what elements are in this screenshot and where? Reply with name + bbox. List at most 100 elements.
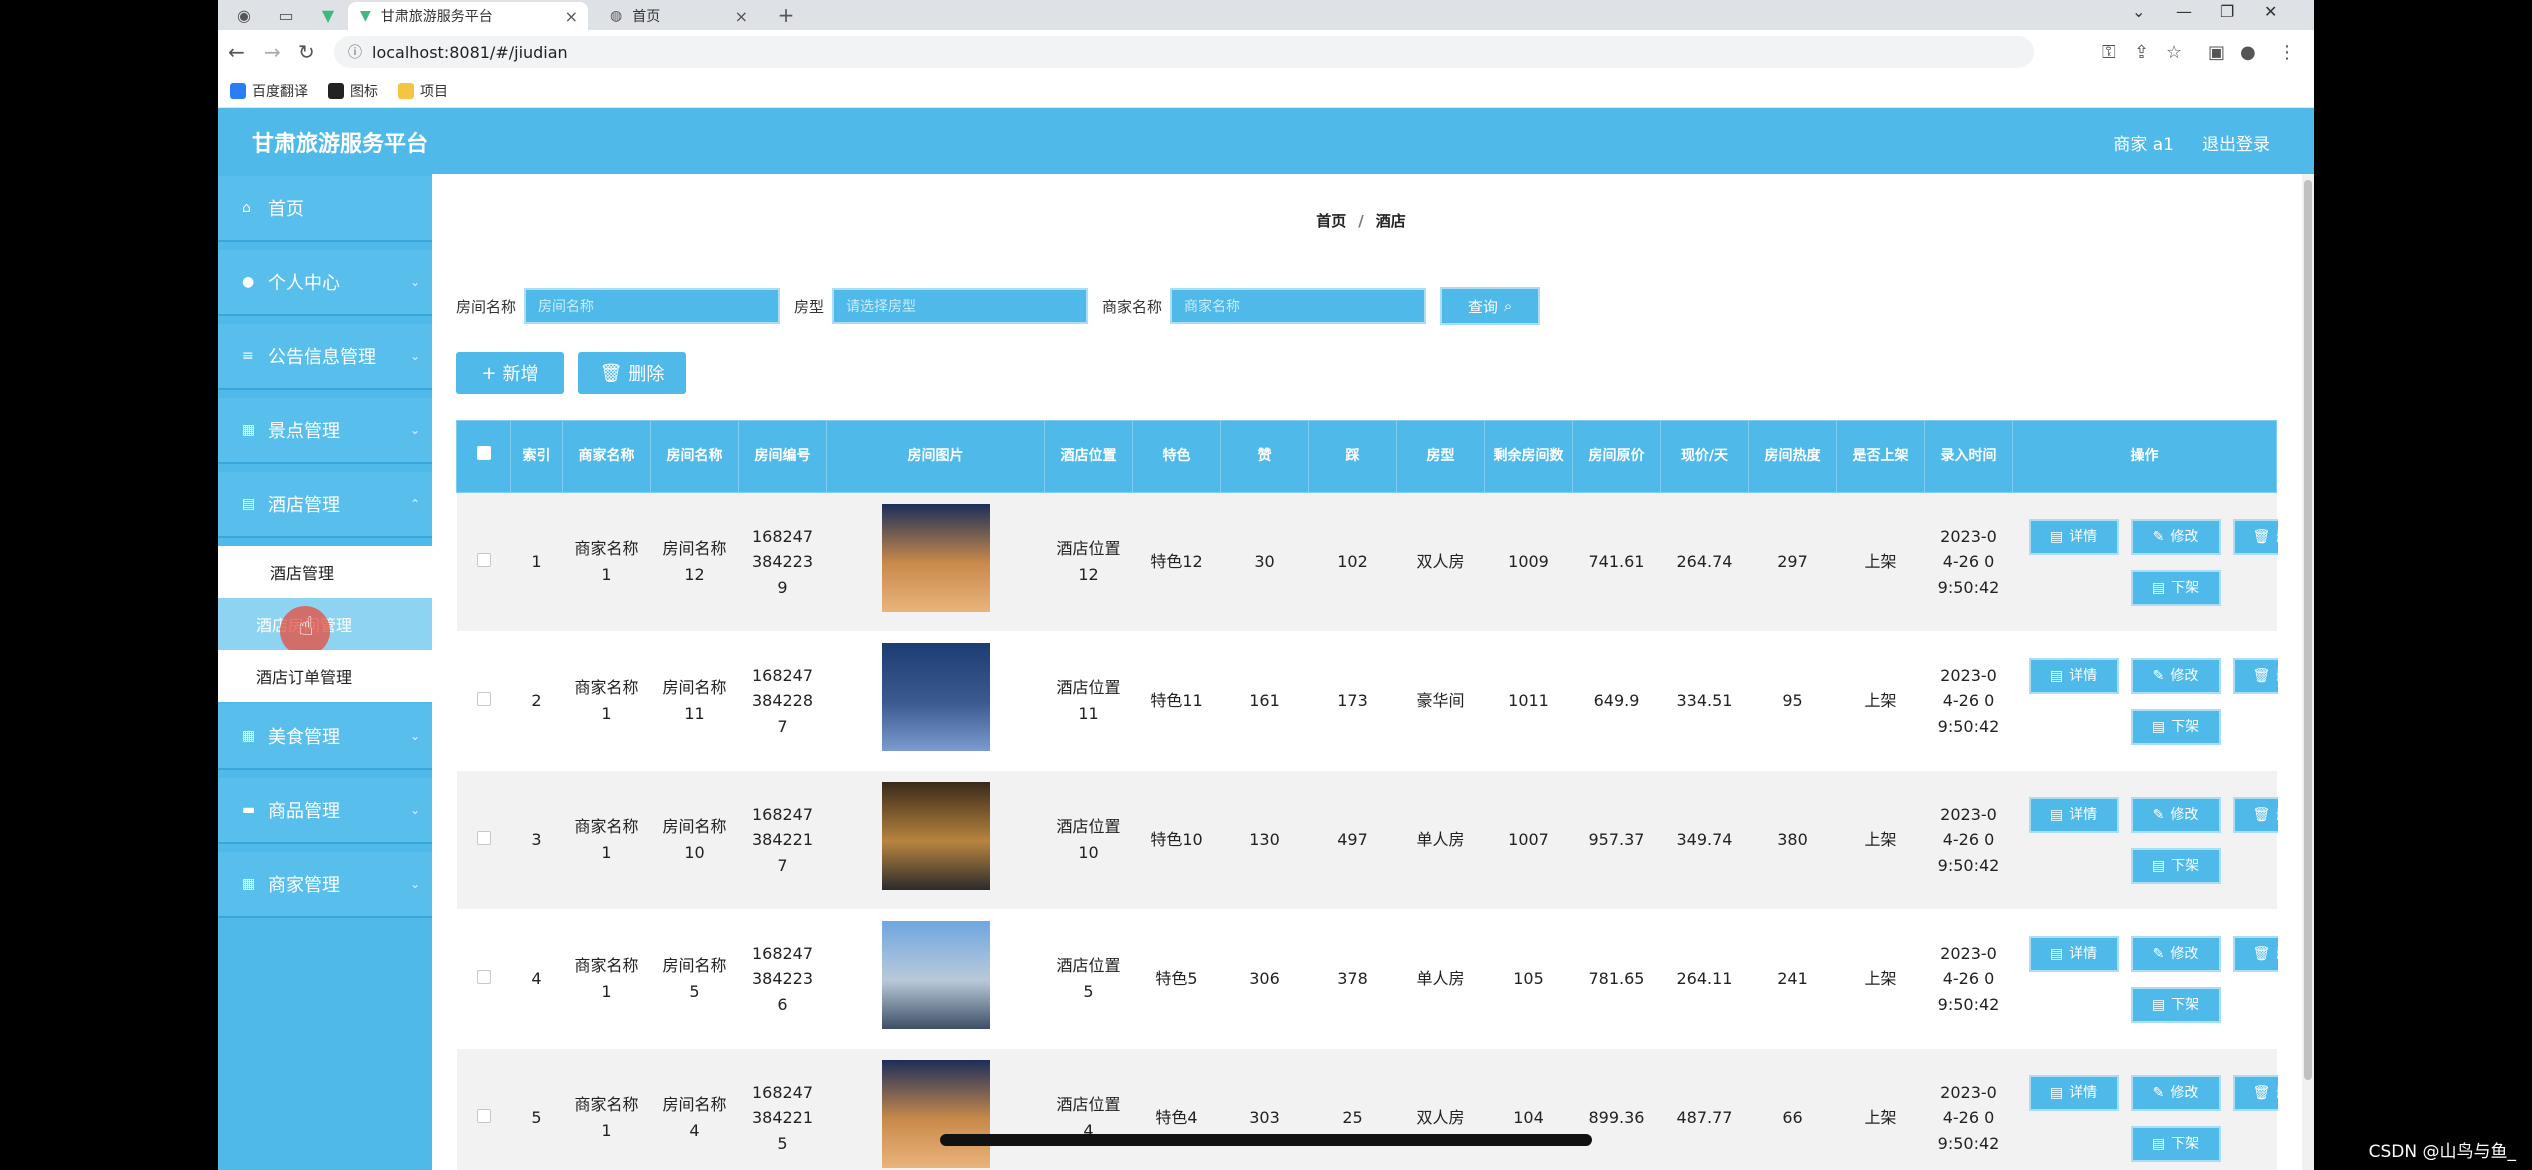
chevron-down-icon[interactable]: ⌄ xyxy=(2132,2,2145,21)
share-icon[interactable]: ⇪ xyxy=(2134,42,2149,63)
detail-button[interactable]: ▤ 详情 xyxy=(2028,797,2119,833)
sidebar-item-home[interactable]: ⌂ 首页 xyxy=(218,176,432,240)
breadcrumb-current: 酒店 xyxy=(1375,212,1406,230)
row-delete-button[interactable]: 🗑 删除 xyxy=(2232,797,2278,833)
sidebar-item-hotels[interactable]: ▤ 酒店管理 ⌃ xyxy=(218,472,432,536)
row-delete-button[interactable]: 🗑 删除 xyxy=(2232,1075,2278,1111)
vue-icon[interactable]: ▼ xyxy=(308,2,348,28)
unlist-button[interactable]: ▤ 下架 xyxy=(2130,1126,2221,1162)
select-all-checkbox[interactable] xyxy=(476,446,491,461)
room-type-cell: 双人房 xyxy=(1396,1048,1485,1170)
unlist-button[interactable]: ▤ 下架 xyxy=(2130,987,2221,1023)
column-header: 酒店位置 xyxy=(1044,420,1133,493)
edit-button[interactable]: ✎ 修改 xyxy=(2130,658,2221,694)
tab-inactive[interactable]: ◍ 首页 × xyxy=(598,2,758,30)
sidebar-subitem-hotel-manage[interactable]: 酒店管理 xyxy=(218,546,432,598)
sidebar-item-notices[interactable]: ≡ 公告信息管理 ⌄ xyxy=(218,324,432,388)
reload-icon[interactable]: ↻ xyxy=(298,40,315,64)
unlist-label: 下架 xyxy=(2171,579,2200,596)
room-image[interactable] xyxy=(881,643,990,752)
row-checkbox[interactable] xyxy=(476,831,491,846)
unlist-button[interactable]: ▤ 下架 xyxy=(2130,570,2221,606)
row-checkbox[interactable] xyxy=(476,692,491,707)
sidepanel-icon[interactable]: ▣ xyxy=(2208,42,2225,63)
sidebar-subitem-room-manage[interactable]: 酒店房间管理☝ xyxy=(218,598,432,656)
key-icon[interactable]: ⚿ xyxy=(2102,42,2116,63)
edit-button[interactable]: ✎ 修改 xyxy=(2130,519,2221,555)
restore-icon[interactable]: ❐ xyxy=(2220,2,2234,21)
query-button[interactable]: 查询 ⌕ xyxy=(1440,287,1541,325)
sidebar-item-merchants[interactable]: ▦ 商家管理 ⌄ xyxy=(218,852,432,916)
detail-button[interactable]: ▤ 详情 xyxy=(2028,936,2119,972)
new-tab-icon[interactable]: + xyxy=(766,2,806,28)
column-header: 房间图片 xyxy=(826,420,1045,493)
room-image-cell xyxy=(826,770,1045,910)
logout-link[interactable]: 退出登录 xyxy=(2202,130,2270,155)
minimize-icon[interactable]: — xyxy=(2176,2,2192,21)
close-window-icon[interactable]: ✕ xyxy=(2264,2,2277,21)
scrollbar-thumb[interactable] xyxy=(2304,180,2312,1080)
row-checkbox[interactable] xyxy=(476,553,491,568)
breadcrumb-home[interactable]: 首页 xyxy=(1316,212,1346,230)
detail-label: 详情 xyxy=(2069,806,2098,823)
row-checkbox[interactable] xyxy=(476,970,491,985)
sidebar-item-attractions[interactable]: ▦ 景点管理 ⌄ xyxy=(218,398,432,462)
room-name-input[interactable]: 房间名称 xyxy=(524,288,781,324)
index-cell: 4 xyxy=(510,909,563,1049)
bookmark-item[interactable]: 图标 xyxy=(328,81,378,101)
bookmark-item[interactable]: 项目 xyxy=(398,81,448,101)
merchant-text: 商家名称1 xyxy=(574,539,639,584)
add-button[interactable]: + 新增 xyxy=(456,352,564,394)
pinned-tab-icon[interactable]: ▭ xyxy=(266,2,306,28)
card-icon: ▬ xyxy=(242,802,256,818)
forward-icon[interactable]: → xyxy=(264,40,281,64)
merchant-cell: 商家名称1 xyxy=(562,909,651,1049)
bookmark-item[interactable]: 百度翻译 xyxy=(230,81,308,101)
page-scrollbar[interactable] xyxy=(2302,174,2314,1170)
edit-button[interactable]: ✎ 修改 xyxy=(2130,797,2221,833)
room-image[interactable] xyxy=(881,921,990,1030)
sidebar-item-goods[interactable]: ▬ 商品管理 ⌄ xyxy=(218,778,432,842)
row-select-cell xyxy=(456,492,511,632)
url-field[interactable]: ⓘ localhost:8081/#/jiudian xyxy=(334,36,2034,68)
unlist-button[interactable]: ▤ 下架 xyxy=(2130,709,2221,745)
merchant-text: 商家名称1 xyxy=(574,678,639,723)
pencil-icon: ✎ xyxy=(2152,806,2165,823)
edit-button[interactable]: ✎ 修改 xyxy=(2130,936,2221,972)
location-text: 酒店位置10 xyxy=(1056,817,1121,862)
edit-button[interactable]: ✎ 修改 xyxy=(2130,1075,2221,1111)
room-image[interactable] xyxy=(881,782,990,891)
detail-button[interactable]: ▤ 详情 xyxy=(2028,1075,2119,1111)
room-image[interactable] xyxy=(881,504,990,613)
row-select-cell xyxy=(456,770,511,910)
github-icon[interactable]: ◉ xyxy=(224,2,264,28)
room-type-select[interactable]: 请选择房型 xyxy=(832,288,1089,324)
doc-icon: ▤ xyxy=(2049,667,2064,684)
room-image[interactable] xyxy=(881,1060,990,1169)
delete-button[interactable]: 🗑 删除 xyxy=(578,352,686,394)
chevron-down-icon: ⌄ xyxy=(409,803,420,817)
room-name-placeholder: 房间名称 xyxy=(538,299,595,315)
close-icon[interactable]: × xyxy=(735,7,748,26)
star-icon[interactable]: ☆ xyxy=(2166,42,2182,63)
sidebar-subitem-order-manage[interactable]: 酒店订单管理 xyxy=(218,650,432,702)
back-icon[interactable]: ← xyxy=(228,40,245,64)
row-checkbox[interactable] xyxy=(476,1109,491,1124)
profile-icon[interactable]: ● xyxy=(2240,42,2256,63)
unlist-button[interactable]: ▤ 下架 xyxy=(2130,848,2221,884)
menu-icon[interactable]: ⋮ xyxy=(2278,42,2296,63)
detail-button[interactable]: ▤ 详情 xyxy=(2028,658,2119,694)
close-icon[interactable]: × xyxy=(565,7,578,26)
sidebar-item-profile[interactable]: ● 个人中心 ⌄ xyxy=(218,250,432,314)
tab-active[interactable]: ▼ 甘肃旅游服务平台 × xyxy=(348,2,588,30)
dislikes-cell: 173 xyxy=(1308,631,1397,771)
row-delete-button[interactable]: 🗑 删除 xyxy=(2232,936,2278,972)
sidebar-item-food[interactable]: ▦ 美食管理 ⌄ xyxy=(218,704,432,768)
row-delete-button[interactable]: 🗑 删除 xyxy=(2232,519,2278,555)
dislikes-cell: 497 xyxy=(1308,770,1397,910)
detail-button[interactable]: ▤ 详情 xyxy=(2028,519,2119,555)
row-delete-button[interactable]: 🗑 删除 xyxy=(2232,658,2278,694)
merchant-input[interactable]: 商家名称 xyxy=(1170,288,1427,324)
room-code-cell: 1682473842215 xyxy=(738,1048,827,1170)
operations-cell: ▤ 详情 ✎ 修改 🗑 删除 ▤ 下架 xyxy=(2012,631,2278,771)
